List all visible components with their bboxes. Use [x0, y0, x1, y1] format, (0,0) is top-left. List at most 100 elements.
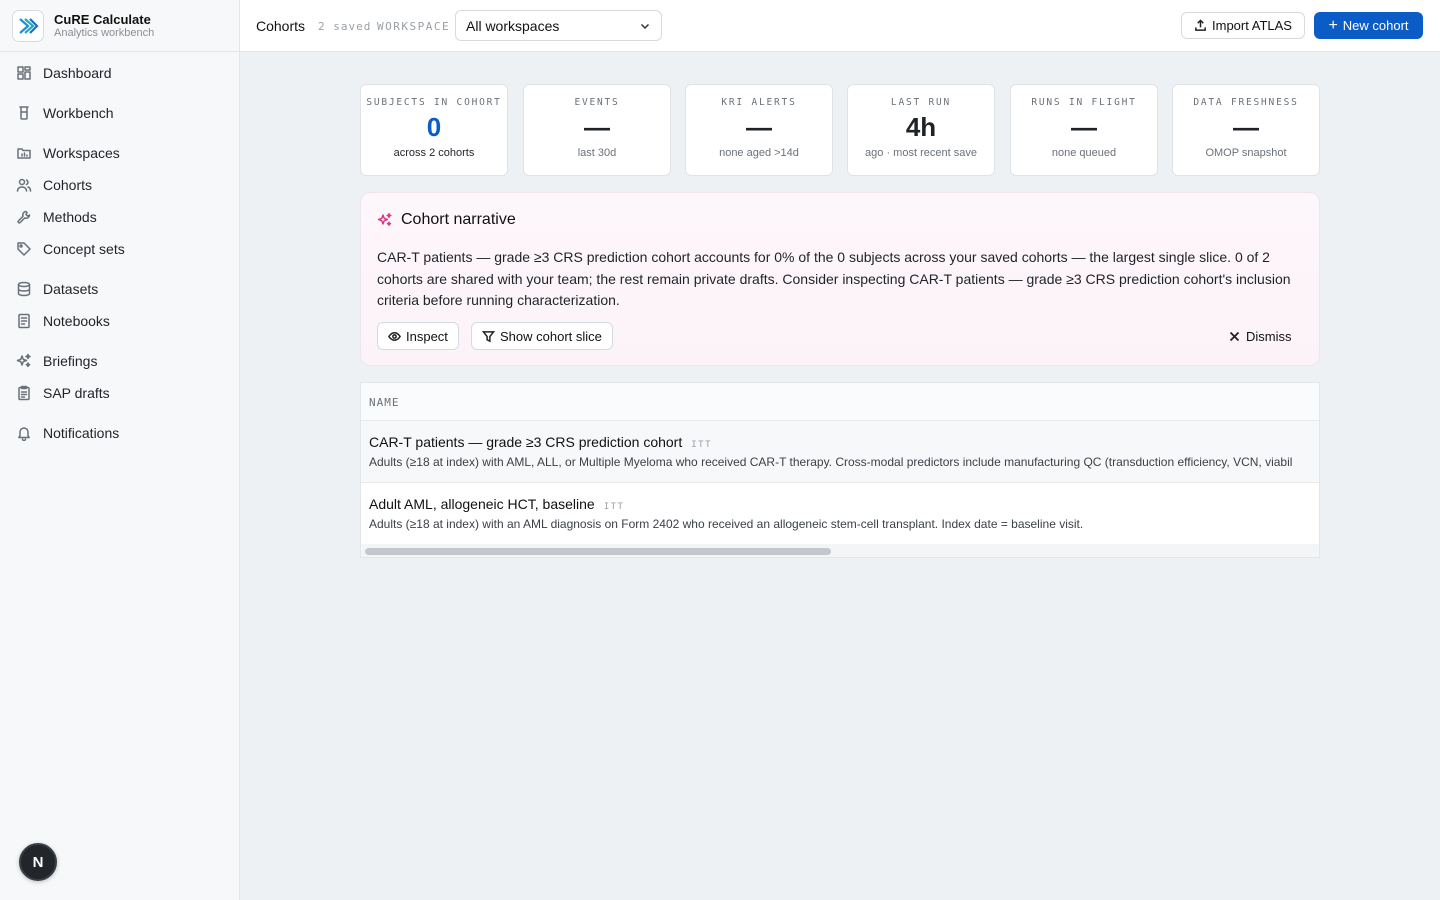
folder-chart-icon — [17, 148, 31, 159]
table-row[interactable]: Adult AML, allogeneic HCT, baseline ITT … — [361, 483, 1319, 545]
sidebar-item-label: Concept sets — [43, 241, 125, 257]
avatar[interactable]: N — [19, 843, 57, 881]
sidebar-item-label: Workbench — [43, 105, 114, 121]
plus-icon: + — [1328, 16, 1338, 34]
brand[interactable]: CuRE Calculate Analytics workbench — [0, 0, 239, 52]
workspace-select-value: All workspaces — [466, 18, 560, 34]
kpi-value: 4h — [905, 112, 937, 142]
sidebar-item-workbench[interactable]: Workbench — [16, 101, 114, 125]
cohort-description: Adults (≥18 at index) with AML, ALL, or … — [369, 455, 1293, 469]
inspect-button[interactable]: Inspect — [377, 322, 459, 350]
inspect-label: Inspect — [406, 328, 448, 344]
workspace-select[interactable]: All workspaces — [455, 10, 662, 41]
flask-icon — [19, 106, 29, 120]
new-cohort-button[interactable]: + New cohort — [1314, 12, 1423, 39]
dismiss-button[interactable]: Dismiss — [1229, 329, 1292, 344]
kpi-sub: none queued — [1051, 147, 1117, 159]
kpi-label: Events — [574, 97, 620, 108]
users-icon — [16, 178, 32, 192]
narrative-text: CAR-T patients — grade ≥3 CRS prediction… — [377, 249, 1291, 308]
cohort-tag: ITT — [603, 502, 625, 512]
kpi-card-events: Events — last 30d — [523, 84, 671, 176]
cohort-narrative-panel: Cohort narrative CAR-T patients — grade … — [360, 192, 1320, 366]
kpi-label: Runs in flight — [1031, 97, 1137, 108]
close-icon — [1229, 331, 1240, 342]
kpi-sub: across 2 cohorts — [393, 147, 475, 159]
sidebar-item-label: Notifications — [43, 425, 120, 441]
saved-count: 2 saved — [318, 20, 372, 33]
kpi-value: — — [584, 112, 610, 142]
kpi-sub: last 30d — [577, 147, 617, 159]
sidebar-item-label: Dashboard — [43, 65, 112, 81]
sidebar-item-sap-drafts[interactable]: SAP drafts — [16, 381, 110, 405]
sparkles-icon — [16, 353, 31, 368]
table-row[interactable]: CAR-T patients — grade ≥3 CRS prediction… — [361, 421, 1319, 483]
chevron-down-icon — [640, 23, 650, 30]
filter-icon — [482, 330, 495, 342]
brand-subtitle: Analytics workbench — [54, 26, 155, 39]
notebook-icon — [18, 313, 30, 329]
sidebar-item-label: SAP drafts — [43, 385, 110, 401]
cohorts-table: NAME CAR-T patients — grade ≥3 CRS predi… — [360, 382, 1320, 558]
sidebar-item-concept-sets[interactable]: Concept sets — [16, 237, 125, 261]
dismiss-label: Dismiss — [1246, 329, 1292, 344]
kpi-label: Data freshness — [1193, 97, 1299, 108]
kpi-card-last-run: Last run 4h ago · most recent save — [847, 84, 995, 176]
eye-icon — [388, 331, 401, 341]
kpi-sub: OMOP snapshot — [1205, 147, 1287, 159]
kpi-value: — — [746, 112, 772, 142]
kpi-value: — — [1071, 112, 1097, 142]
sidebar-item-methods[interactable]: Methods — [16, 205, 97, 229]
cohort-name[interactable]: CAR-T patients — grade ≥3 CRS prediction… — [369, 434, 682, 450]
narrative-title: Cohort narrative — [401, 211, 516, 228]
sidebar-item-workspaces[interactable]: Workspaces — [16, 141, 120, 165]
sidebar: CuRE Calculate Analytics workbench Dashb… — [0, 0, 240, 900]
grid-icon — [17, 66, 31, 80]
kpi-sub: none aged >14d — [719, 147, 799, 159]
wrench-icon — [17, 210, 31, 224]
database-icon — [17, 281, 31, 297]
topbar: Cohorts 2 saved WORKSPACE All workspaces… — [240, 0, 1440, 52]
kpi-sub: ago · most recent save — [865, 147, 977, 159]
workspace-label: WORKSPACE — [377, 20, 451, 33]
show-cohort-slice-label: Show cohort slice — [500, 328, 602, 344]
clipboard-icon — [18, 385, 30, 401]
upload-icon — [1195, 19, 1206, 31]
narrative-header: Cohort narrative — [377, 211, 516, 229]
import-atlas-label: Import ATLAS — [1212, 18, 1292, 33]
sidebar-item-label: Methods — [43, 209, 97, 225]
sidebar-item-notifications[interactable]: Notifications — [16, 421, 119, 445]
cohort-name[interactable]: Adult AML, allogeneic HCT, baseline — [369, 496, 595, 512]
sidebar-item-datasets[interactable]: Datasets — [16, 277, 98, 301]
cohort-description: Adults (≥18 at index) with an AML diagno… — [369, 517, 1084, 531]
sidebar-item-notebooks[interactable]: Notebooks — [16, 309, 110, 333]
sidebar-item-label: Briefings — [43, 353, 98, 369]
kpi-card-data-freshness: Data freshness — OMOP snapshot — [1172, 84, 1320, 176]
sparkles-icon — [377, 212, 392, 226]
kpi-card-subjects: Subjects in cohort 0 across 2 cohorts — [360, 84, 508, 176]
horizontal-scrollbar[interactable] — [361, 544, 1319, 557]
sidebar-item-label: Notebooks — [43, 313, 110, 329]
kpi-value: 0 — [426, 112, 442, 142]
sidebar-item-label: Datasets — [43, 281, 99, 297]
show-cohort-slice-button[interactable]: Show cohort slice — [471, 322, 613, 350]
bell-icon — [18, 427, 30, 441]
tag-icon — [17, 242, 31, 256]
kpi-card-kri-alerts: KRI alerts — none aged >14d — [685, 84, 833, 176]
brand-logo-icon — [12, 9, 44, 42]
kpi-label: KRI alerts — [721, 97, 797, 108]
sidebar-item-cohorts[interactable]: Cohorts — [16, 173, 92, 197]
sidebar-item-label: Workspaces — [43, 145, 120, 161]
page-title: Cohorts — [256, 18, 306, 34]
column-header-name[interactable]: NAME — [361, 383, 1319, 421]
kpi-card-runs-in-flight: Runs in flight — none queued — [1010, 84, 1158, 176]
scrollbar-thumb[interactable] — [365, 548, 831, 555]
kpi-label: Subjects in cohort — [366, 97, 502, 108]
sidebar-item-dashboard[interactable]: Dashboard — [16, 61, 112, 85]
import-atlas-button[interactable]: Import ATLAS — [1181, 12, 1305, 39]
kpi-label: Last run — [890, 97, 952, 108]
cohort-tag: ITT — [691, 440, 712, 450]
sidebar-item-label: Cohorts — [43, 177, 93, 193]
sidebar-item-briefings[interactable]: Briefings — [16, 349, 97, 373]
new-cohort-label: New cohort — [1342, 18, 1409, 33]
